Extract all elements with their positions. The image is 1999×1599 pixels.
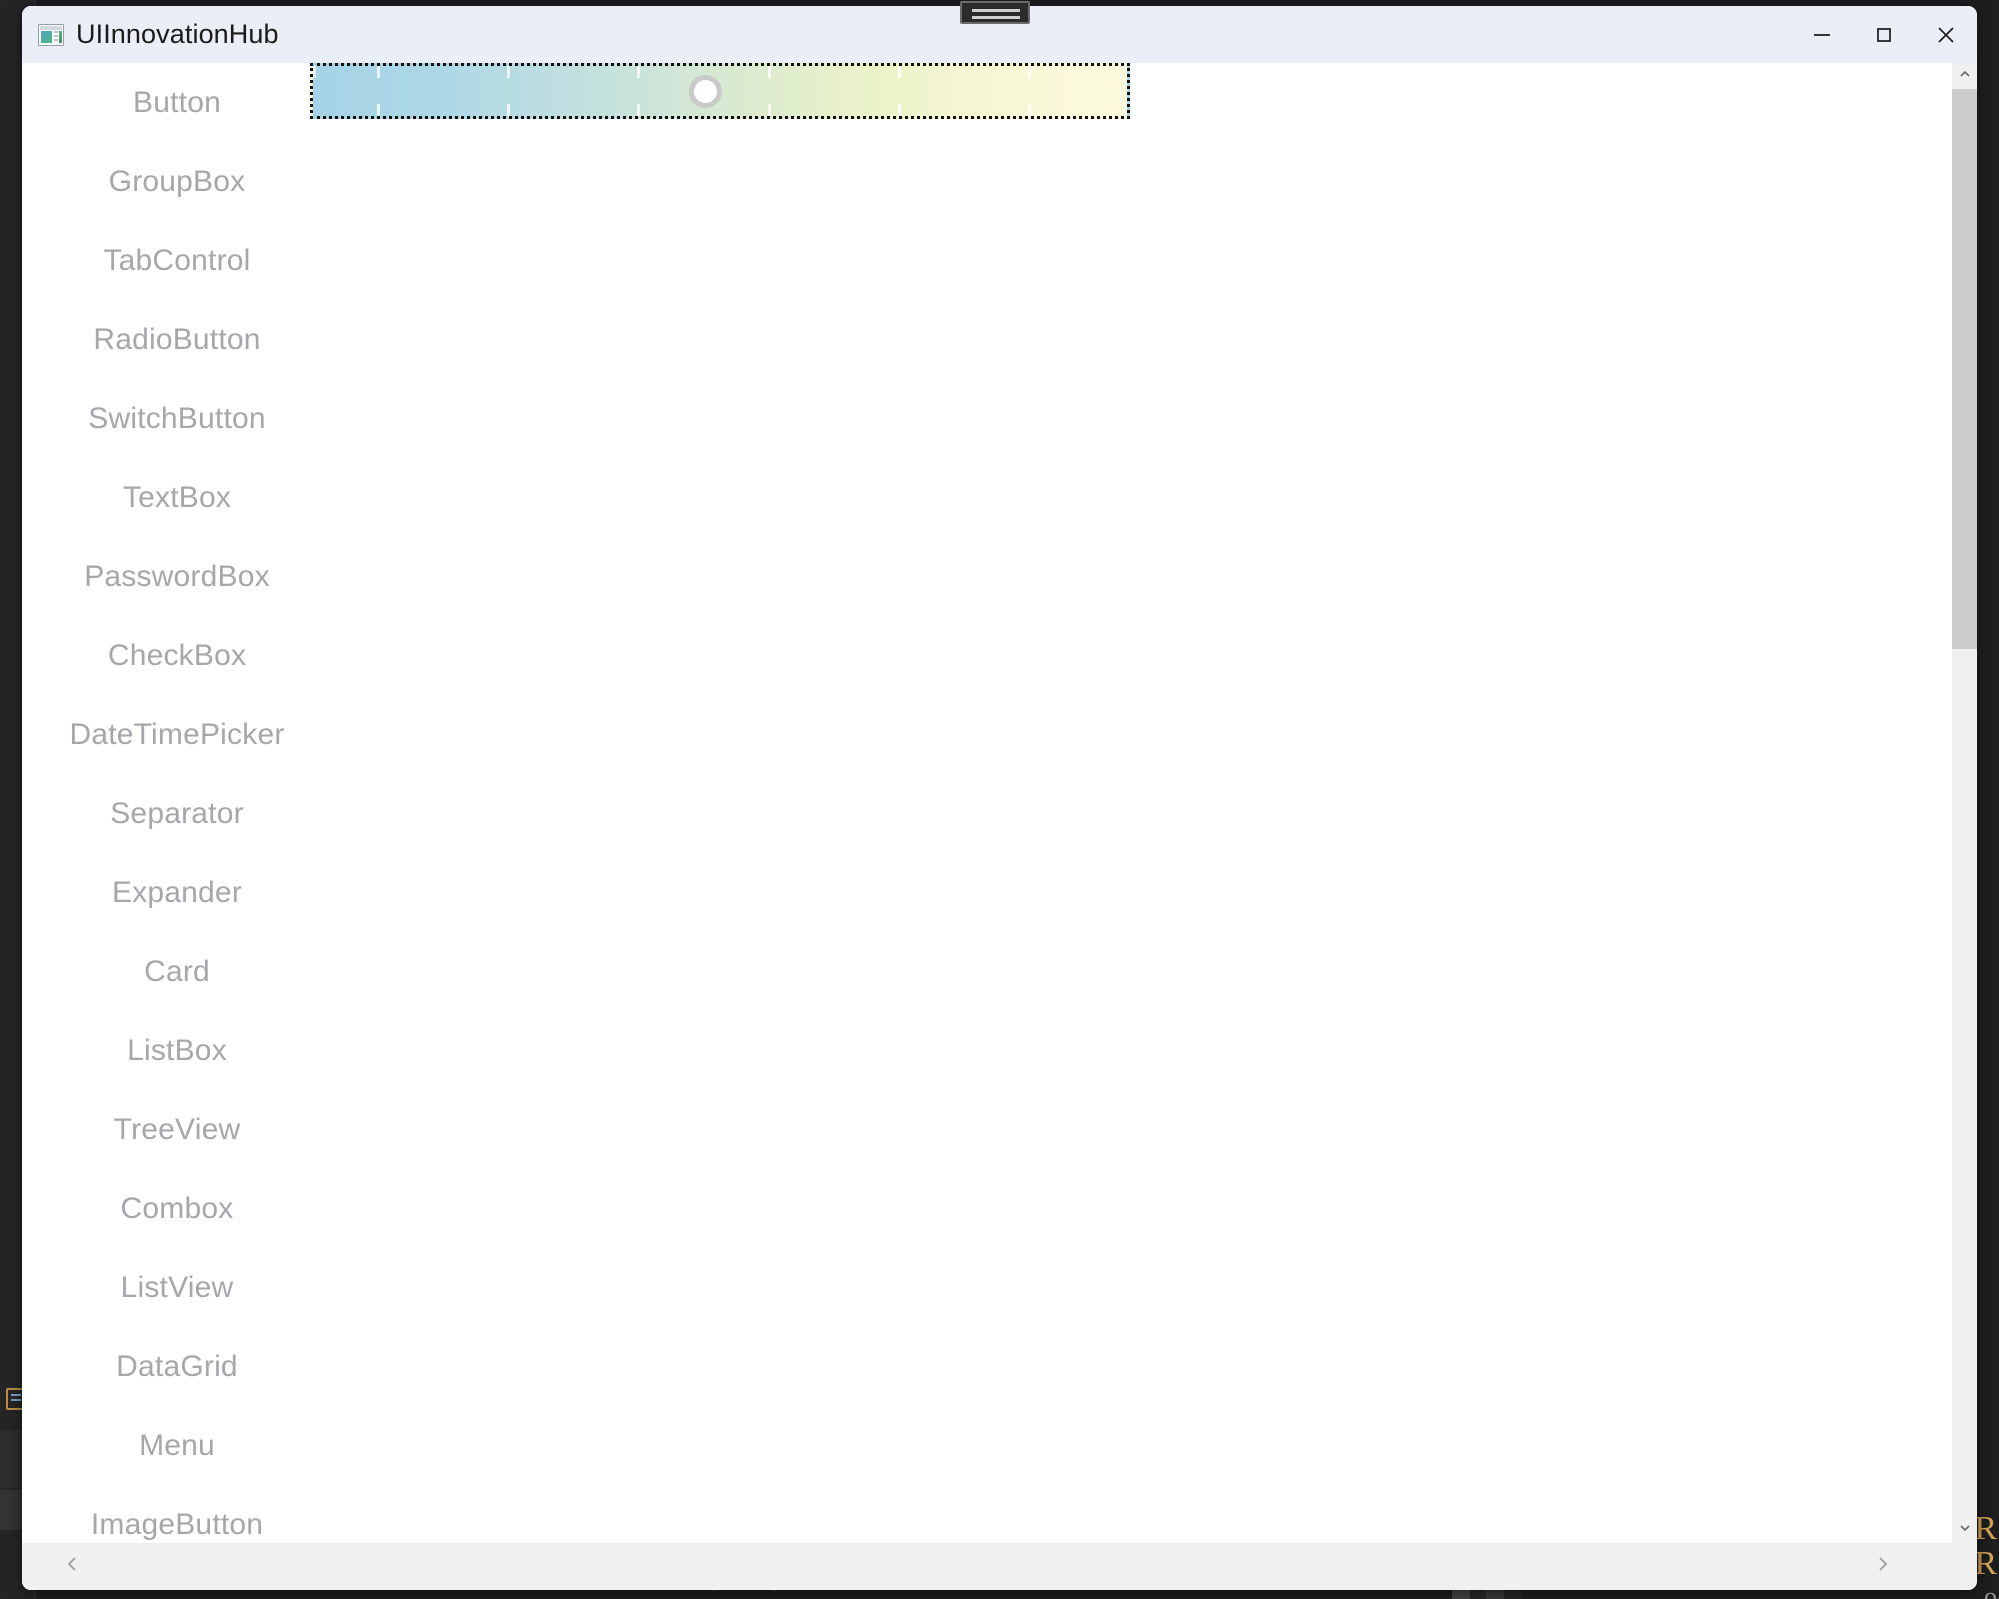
slider-thumb[interactable] [689, 75, 722, 108]
sidebar-item-label: TextBox [122, 480, 232, 514]
chevron-down-icon [1958, 1521, 1972, 1540]
slider-tick [768, 104, 771, 116]
window-drag-handle[interactable] [960, 1, 1030, 24]
ide-edge-letter: R [1974, 1510, 1997, 1547]
sidebar-item-button[interactable]: Button [22, 63, 332, 142]
vertical-scrollbar-thumb[interactable] [1952, 89, 1977, 649]
application-window: UIInnovationHub Button GroupBox TabContr… [22, 6, 1977, 1590]
app-window-icon [38, 23, 64, 46]
sidebar-item-label: ListBox [127, 1033, 227, 1067]
minimize-icon [1810, 23, 1834, 47]
sidebar-item-label: TabControl [103, 243, 251, 277]
sidebar-item-card[interactable]: Card [22, 932, 332, 1011]
sidebar-item-label: ListView [120, 1270, 234, 1304]
sidebar-item-treeview[interactable]: TreeView [22, 1090, 332, 1169]
sidebar-item-label: ImageButton [90, 1507, 264, 1541]
slider-tick [377, 104, 380, 116]
slider-tick [637, 66, 640, 78]
slider-tick [637, 104, 640, 116]
scroll-left-button[interactable] [52, 1543, 94, 1590]
sidebar-item-label: Button [133, 85, 221, 119]
slider-tick [507, 104, 510, 116]
maximize-button[interactable] [1853, 6, 1915, 63]
sidebar-item-expander[interactable]: Expander [22, 853, 332, 932]
window-controls [1791, 6, 1977, 63]
sidebar-item-passwordbox[interactable]: PasswordBox [22, 537, 332, 616]
sidebar-item-label: CheckBox [107, 638, 247, 672]
maximize-icon [1872, 23, 1896, 47]
sidebar-item-label: PasswordBox [84, 559, 270, 593]
sidebar-item-listview[interactable]: ListView [22, 1248, 332, 1327]
content-region: Button GroupBox TabControl RadioButton S… [22, 63, 1977, 1590]
sidebar-item-datetimepicker[interactable]: DateTimePicker [22, 695, 332, 774]
sidebar-nav: Button GroupBox TabControl RadioButton S… [22, 63, 332, 1543]
scroll-right-button[interactable] [1861, 1543, 1903, 1590]
sidebar-item-label: SwitchButton [88, 401, 266, 435]
drag-handle-line [972, 9, 1020, 12]
sidebar-item-label: DateTimePicker [69, 717, 285, 751]
slider-tick [898, 104, 901, 116]
sidebar-item-label: TreeView [113, 1112, 241, 1146]
horizontal-scrollbar[interactable] [22, 1543, 1977, 1590]
scroll-down-button[interactable] [1952, 1517, 1977, 1543]
sidebar-item-label: Card [144, 954, 210, 988]
slider-tick [1028, 104, 1031, 116]
close-icon [1934, 23, 1958, 47]
gradient-slider[interactable] [310, 63, 1130, 119]
slider-tick [1028, 66, 1031, 78]
sidebar-item-groupbox[interactable]: GroupBox [22, 142, 332, 221]
sidebar-item-tabcontrol[interactable]: TabControl [22, 221, 332, 300]
sidebar-item-label: Separator [110, 796, 244, 830]
chevron-left-icon [63, 1554, 83, 1579]
sidebar-item-radiobutton[interactable]: RadioButton [22, 300, 332, 379]
slider-tick [313, 66, 316, 78]
slider-tick [768, 66, 771, 78]
window-title: UIInnovationHub [76, 19, 279, 49]
sidebar-item-label: Menu [139, 1428, 215, 1462]
slider-tick [507, 66, 510, 78]
sidebar-item-separator[interactable]: Separator [22, 774, 332, 853]
ide-edge-letter: o [1984, 1582, 1997, 1599]
sidebar-item-datagrid[interactable]: DataGrid [22, 1327, 332, 1406]
close-button[interactable] [1915, 6, 1977, 63]
minimize-button[interactable] [1791, 6, 1853, 63]
scroll-up-button[interactable] [1952, 63, 1977, 89]
chevron-up-icon [1958, 67, 1972, 86]
slider-tick [377, 66, 380, 78]
vertical-scrollbar[interactable] [1952, 63, 1977, 1543]
drag-handle-line [972, 16, 1020, 19]
sidebar-item-label: Combox [120, 1191, 234, 1225]
sidebar-item-listbox[interactable]: ListBox [22, 1011, 332, 1090]
chevron-right-icon [1872, 1554, 1892, 1579]
sidebar-item-menu[interactable]: Menu [22, 1406, 332, 1485]
sidebar-item-combox[interactable]: Combox [22, 1169, 332, 1248]
slider-tick [898, 66, 901, 78]
sidebar-item-switchbutton[interactable]: SwitchButton [22, 379, 332, 458]
sidebar-item-label: DataGrid [116, 1349, 238, 1383]
sidebar-item-label: GroupBox [108, 164, 246, 198]
sidebar-item-checkbox[interactable]: CheckBox [22, 616, 332, 695]
sidebar-item-textbox[interactable]: TextBox [22, 458, 332, 537]
ide-edge-letter: R [1974, 1545, 1997, 1582]
sidebar-item-imagebutton[interactable]: ImageButton [22, 1485, 332, 1543]
sidebar-item-label: Expander [111, 875, 243, 909]
sidebar-item-label: RadioButton [93, 322, 261, 356]
